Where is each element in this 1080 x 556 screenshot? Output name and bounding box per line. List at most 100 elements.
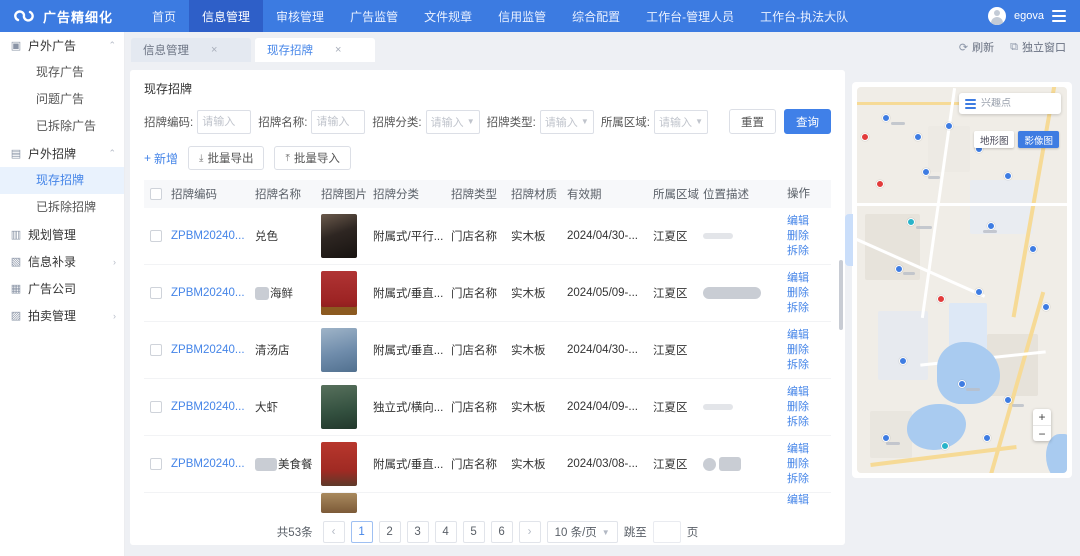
edit-link[interactable]: 编辑 xyxy=(787,442,825,457)
prev-page-button[interactable]: ‹ xyxy=(323,521,345,543)
row-checkbox[interactable] xyxy=(150,344,162,356)
plus-icon: + xyxy=(144,151,151,165)
signboard-photo[interactable] xyxy=(321,442,357,486)
row-checkbox[interactable] xyxy=(150,458,162,470)
demolish-link[interactable]: 拆除 xyxy=(787,472,825,487)
signboard-code-link[interactable]: ZPBM20240... xyxy=(171,458,245,470)
tab-existing-signboards[interactable]: 现存招牌 × xyxy=(255,38,375,62)
sidebar-item-info-supplement[interactable]: ▧ 信息补录 › xyxy=(0,248,124,275)
zoom-out-button[interactable]: − xyxy=(1033,425,1051,441)
sidebar-item-problem-ads[interactable]: 问题广告 xyxy=(0,86,124,113)
menu-item-credit[interactable]: 信用监管 xyxy=(485,0,559,32)
close-icon[interactable]: × xyxy=(211,44,217,56)
map-poi-marker xyxy=(876,180,884,188)
signboard-code-link[interactable]: ZPBM20240... xyxy=(171,287,245,299)
tab-info-mgmt[interactable]: 信息管理 × xyxy=(131,38,251,62)
menu-item-home[interactable]: 首页 xyxy=(139,0,189,32)
signboard-code-input[interactable] xyxy=(197,110,251,134)
menu-item-info-mgmt[interactable]: 信息管理 xyxy=(189,0,263,32)
signboard-code-link[interactable]: ZPBM20240... xyxy=(171,401,245,413)
page-size-select[interactable]: 10 条/页 ▼ xyxy=(547,521,618,543)
search-button[interactable]: 查询 xyxy=(784,109,831,134)
sidebar-group-outdoor-signboards[interactable]: ▤ 户外招牌 ⌃ xyxy=(0,140,124,167)
map-canvas[interactable]: 地形图 影像图 + − xyxy=(857,87,1067,473)
menu-item-ad-supervision[interactable]: 广告监管 xyxy=(337,0,411,32)
sidebar-item-ad-company[interactable]: ▦ 广告公司 xyxy=(0,275,124,302)
signboard-type-select[interactable]: 请输入 ▼ xyxy=(540,110,594,134)
page-button-3[interactable]: 3 xyxy=(407,521,429,543)
next-page-button[interactable]: › xyxy=(519,521,541,543)
batch-export-button[interactable]: ⤓ 批量导出 xyxy=(188,146,264,170)
page-button-6[interactable]: 6 xyxy=(491,521,513,543)
edit-link[interactable]: 编辑 xyxy=(787,493,825,508)
signboard-category-select[interactable]: 请输入 ▼ xyxy=(426,110,480,134)
menu-item-documents[interactable]: 文件规章 xyxy=(411,0,485,32)
row-checkbox[interactable] xyxy=(150,287,162,299)
edit-link[interactable]: 编辑 xyxy=(787,328,825,343)
building-icon: ▦ xyxy=(10,282,22,295)
chevron-down-icon: ▼ xyxy=(602,528,610,537)
edit-link[interactable]: 编辑 xyxy=(787,214,825,229)
sidebar-item-removed-ads[interactable]: 已拆除广告 xyxy=(0,113,124,140)
table-scrollbar[interactable] xyxy=(839,200,843,540)
sidebar-item-existing-signboards[interactable]: 现存招牌 xyxy=(0,167,124,194)
sidebar-item-existing-ads[interactable]: 现存广告 xyxy=(0,59,124,86)
map-search-box[interactable] xyxy=(959,93,1061,114)
signboard-code-link[interactable]: ZPBM20240... xyxy=(171,344,245,356)
menu-item-audit[interactable]: 审核管理 xyxy=(263,0,337,32)
signboard-photo[interactable] xyxy=(321,385,357,429)
page-button-2[interactable]: 2 xyxy=(379,521,401,543)
user-avatar[interactable] xyxy=(988,7,1006,25)
page-button-5[interactable]: 5 xyxy=(463,521,485,543)
map-menu-icon[interactable] xyxy=(965,99,976,109)
filter-label-name: 招牌名称: xyxy=(258,114,307,130)
edit-link[interactable]: 编辑 xyxy=(787,385,825,400)
delete-link[interactable]: 删除 xyxy=(787,457,825,472)
delete-link[interactable]: 删除 xyxy=(787,343,825,358)
scrollbar-thumb[interactable] xyxy=(839,260,843,330)
demolish-link[interactable]: 拆除 xyxy=(787,415,825,430)
menu-item-config[interactable]: 综合配置 xyxy=(559,0,633,32)
sidebar-group-outdoor-ads[interactable]: ▣ 户外广告 ⌃ xyxy=(0,32,124,59)
row-checkbox[interactable] xyxy=(150,230,162,242)
signboard-code-link[interactable]: ZPBM20240... xyxy=(171,230,245,242)
signboard-photo[interactable] xyxy=(321,214,357,258)
page-button-4[interactable]: 4 xyxy=(435,521,457,543)
demolish-link[interactable]: 拆除 xyxy=(787,301,825,316)
sidebar-item-planning-mgmt[interactable]: ▥ 规划管理 xyxy=(0,221,124,248)
select-all-checkbox[interactable] xyxy=(150,188,162,200)
hamburger-menu-icon[interactable] xyxy=(1052,10,1066,22)
menu-item-workbench-enforcement[interactable]: 工作台-执法大队 xyxy=(747,0,861,32)
app-logo[interactable]: 广告精细化 xyxy=(0,7,139,26)
map-collapse-handle[interactable] xyxy=(845,214,853,266)
jump-to-page-input[interactable] xyxy=(653,521,681,543)
demolish-link[interactable]: 拆除 xyxy=(787,358,825,373)
edit-link[interactable]: 编辑 xyxy=(787,271,825,286)
map-search-input[interactable] xyxy=(981,98,1051,109)
signboard-photo[interactable] xyxy=(321,271,357,315)
delete-link[interactable]: 删除 xyxy=(787,229,825,244)
reset-button[interactable]: 重置 xyxy=(729,109,776,134)
signboard-name-input[interactable] xyxy=(311,110,365,134)
redacted-text xyxy=(719,457,741,471)
delete-link[interactable]: 删除 xyxy=(787,286,825,301)
zoom-in-button[interactable]: + xyxy=(1033,409,1051,425)
district-select[interactable]: 请输入 ▼ xyxy=(654,110,708,134)
row-checkbox[interactable] xyxy=(150,401,162,413)
sidebar-item-auction-mgmt[interactable]: ▨ 拍卖管理 › xyxy=(0,302,124,329)
standalone-window-button[interactable]: ⧉ 独立窗口 xyxy=(1010,39,1066,55)
add-button[interactable]: + 新增 xyxy=(144,150,178,167)
signboard-photo[interactable] xyxy=(321,328,357,372)
sidebar-item-removed-signboards[interactable]: 已拆除招牌 xyxy=(0,194,124,221)
page-button-1[interactable]: 1 xyxy=(351,521,373,543)
signboard-photo[interactable] xyxy=(321,493,357,513)
refresh-button[interactable]: ⟳ 刷新 xyxy=(959,39,994,55)
delete-link[interactable]: 删除 xyxy=(787,400,825,415)
map-zoom-control: + − xyxy=(1033,409,1051,441)
close-icon[interactable]: × xyxy=(335,44,341,56)
menu-item-workbench-admin[interactable]: 工作台-管理人员 xyxy=(633,0,747,32)
imagery-layer-button[interactable]: 影像图 xyxy=(1018,131,1059,148)
terrain-layer-button[interactable]: 地形图 xyxy=(974,131,1015,148)
demolish-link[interactable]: 拆除 xyxy=(787,244,825,259)
batch-import-button[interactable]: ⤒ 批量导入 xyxy=(274,146,350,170)
